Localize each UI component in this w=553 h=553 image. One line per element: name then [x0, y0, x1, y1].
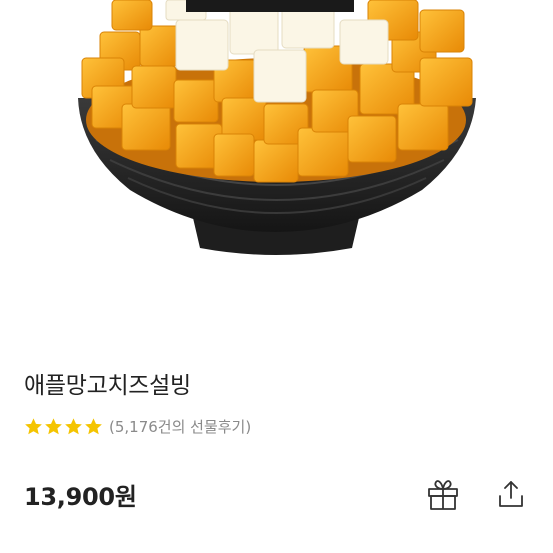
star-icon [25, 417, 42, 434]
product-title: 애플망고치즈설빙 [24, 373, 191, 399]
product-image[interactable] [0, 0, 553, 292]
gift-icon [428, 480, 458, 510]
rating-stars [24, 417, 103, 436]
gift-button[interactable] [423, 476, 463, 512]
share-icon [499, 481, 523, 507]
rating-row[interactable]: (5,176건의 선물후기) [24, 414, 251, 438]
star-icon [85, 417, 102, 434]
bingsu-illustration [78, 0, 476, 255]
star-icon [45, 417, 62, 434]
share-button[interactable] [491, 476, 531, 512]
review-count[interactable]: (5,176건의 선물후기) [109, 416, 251, 437]
product-price: 13,900원 [24, 483, 137, 511]
star-icon [65, 417, 82, 434]
